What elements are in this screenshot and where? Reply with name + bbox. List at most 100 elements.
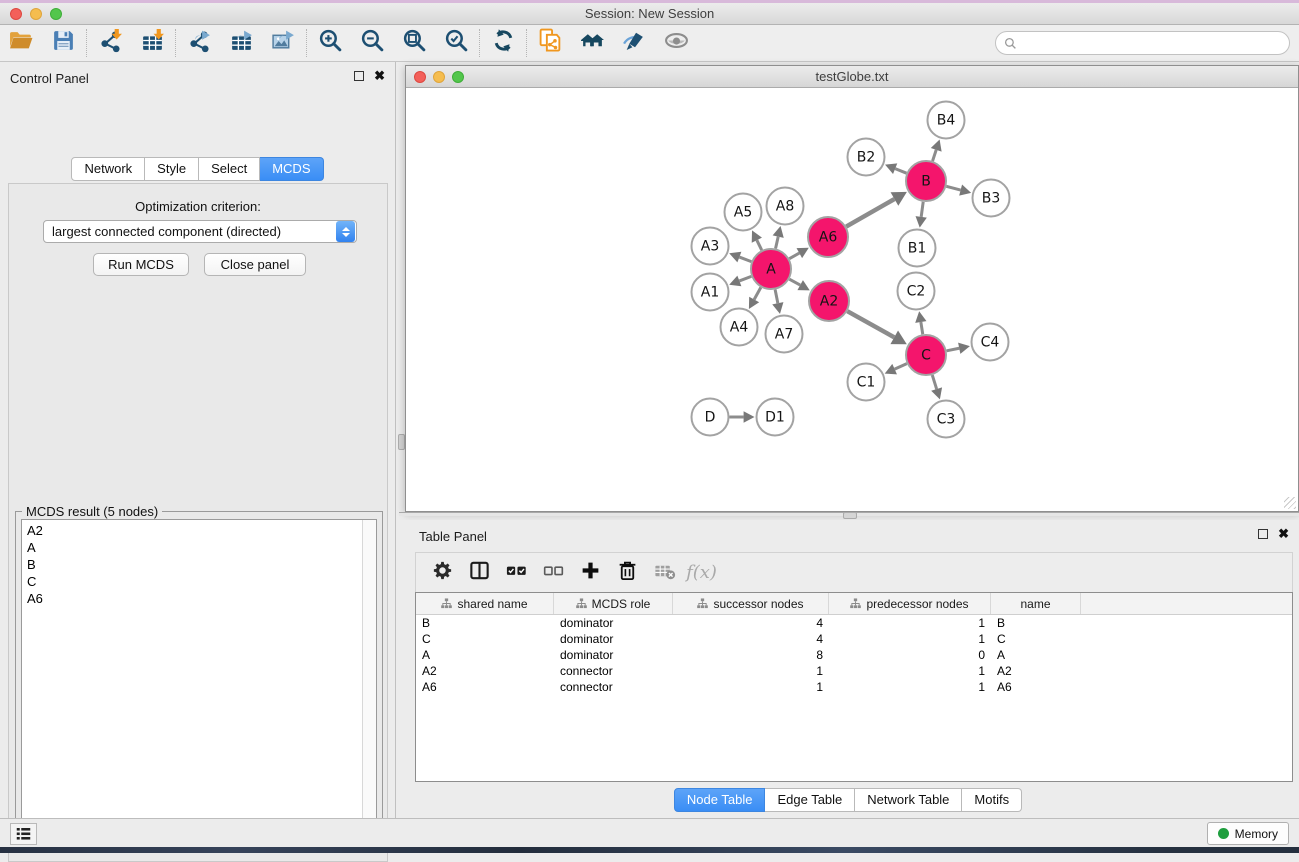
graph-node-A5[interactable]: A5 xyxy=(725,194,762,231)
add-row-button[interactable] xyxy=(572,557,609,589)
gear-button[interactable] xyxy=(424,557,461,589)
edge-B-B1[interactable] xyxy=(921,202,923,217)
graph-node-B2[interactable]: B2 xyxy=(848,139,885,176)
import-table-button[interactable] xyxy=(131,27,173,59)
network-minimize-button[interactable] xyxy=(433,71,445,83)
graph-node-A[interactable]: A xyxy=(751,249,791,289)
search-box[interactable] xyxy=(995,31,1290,55)
graph-node-C2[interactable]: C2 xyxy=(898,273,935,310)
tab-network-table[interactable]: Network Table xyxy=(855,788,962,812)
close-panel-button[interactable]: Close panel xyxy=(204,253,306,276)
graph-node-B1[interactable]: B1 xyxy=(899,230,936,267)
edge-C-C2[interactable] xyxy=(921,322,923,334)
graph-node-A4[interactable]: A4 xyxy=(721,309,758,346)
zoom-in-button[interactable] xyxy=(309,27,351,59)
float-panel-icon[interactable] xyxy=(354,71,364,81)
graph-node-D[interactable]: D xyxy=(692,399,729,436)
graph-node-A7[interactable]: A7 xyxy=(766,316,803,353)
zoom-window-button[interactable] xyxy=(50,8,62,20)
network-canvas[interactable]: B4B2BB3A5A8A6A3B1AA1C2A2A4A7C4CC1C3DD1 xyxy=(406,89,1298,511)
column-header-name[interactable]: name xyxy=(991,593,1081,614)
tab-mcds[interactable]: MCDS xyxy=(260,157,323,181)
column-header-successor-nodes[interactable]: successor nodes xyxy=(673,593,829,614)
graph-node-C[interactable]: C xyxy=(906,335,946,375)
table-row[interactable]: A6connector11A6 xyxy=(416,679,1292,695)
edge-A-A7[interactable] xyxy=(775,290,778,304)
tab-edge-table[interactable]: Edge Table xyxy=(765,788,855,812)
criterion-select[interactable]: largest connected component (directed) xyxy=(43,220,357,243)
graph-node-C4[interactable]: C4 xyxy=(972,324,1009,361)
column-header-MCDS-role[interactable]: MCDS role xyxy=(554,593,673,614)
mcds-result-item[interactable]: A xyxy=(22,539,361,556)
minimize-window-button[interactable] xyxy=(30,8,42,20)
tab-node-table[interactable]: Node Table xyxy=(674,788,766,812)
search-input[interactable] xyxy=(1017,33,1289,53)
show-graphics-details-button[interactable] xyxy=(655,27,697,59)
zoom-out-button[interactable] xyxy=(351,27,393,59)
graph-node-C1[interactable]: C1 xyxy=(848,364,885,401)
edge-B-B3[interactable] xyxy=(946,186,960,190)
export-image-button[interactable] xyxy=(262,27,304,59)
graph-node-C3[interactable]: C3 xyxy=(928,401,965,438)
graph-node-A6[interactable]: A6 xyxy=(808,217,848,257)
edge-B-B4[interactable] xyxy=(933,150,937,161)
split-handle-horizontal[interactable] xyxy=(843,512,857,519)
window-resize-grip[interactable] xyxy=(1284,497,1296,509)
table-close-panel-icon[interactable]: ✖ xyxy=(1278,529,1289,539)
edge-A-A8[interactable] xyxy=(776,237,779,249)
column-header-predecessor-nodes[interactable]: predecessor nodes xyxy=(829,593,991,614)
table-row[interactable]: A2connector11A2 xyxy=(416,663,1292,679)
edge-B-B2[interactable] xyxy=(895,169,906,174)
edge-A-A1[interactable] xyxy=(739,276,751,281)
edge-A-A6[interactable] xyxy=(789,253,799,259)
close-panel-icon[interactable]: ✖ xyxy=(374,71,385,81)
graph-node-A2[interactable]: A2 xyxy=(809,281,849,321)
close-window-button[interactable] xyxy=(10,8,22,20)
edge-A6-B[interactable] xyxy=(846,199,894,227)
edge-C-C1[interactable] xyxy=(895,364,907,369)
edge-A2-C[interactable] xyxy=(847,311,894,337)
export-table-button[interactable] xyxy=(220,27,262,59)
refresh-view-button[interactable] xyxy=(482,27,524,59)
mcds-result-item[interactable]: C xyxy=(22,573,361,590)
split-handle-vertical[interactable] xyxy=(398,434,405,450)
import-network-button[interactable] xyxy=(89,27,131,59)
edge-A-A4[interactable] xyxy=(754,287,761,299)
memory-button[interactable]: Memory xyxy=(1207,822,1289,845)
mcds-result-item[interactable]: A6 xyxy=(22,590,361,607)
graph-node-A3[interactable]: A3 xyxy=(692,228,729,265)
edge-A-A5[interactable] xyxy=(757,240,762,250)
save-session-button[interactable] xyxy=(42,27,84,59)
table-row[interactable]: Adominator80A xyxy=(416,647,1292,663)
edge-A-A2[interactable] xyxy=(789,279,800,285)
tab-select[interactable]: Select xyxy=(199,157,260,181)
graph-node-D1[interactable]: D1 xyxy=(757,399,794,436)
table-float-panel-icon[interactable] xyxy=(1258,529,1268,539)
table-row[interactable]: Bdominator41B xyxy=(416,615,1292,631)
run-mcds-button[interactable]: Run MCDS xyxy=(93,253,189,276)
graph-node-B3[interactable]: B3 xyxy=(973,180,1010,217)
deselect-all-button[interactable] xyxy=(535,557,572,589)
mcds-list-scrollbar[interactable] xyxy=(362,520,376,845)
columns-button[interactable] xyxy=(461,557,498,589)
mcds-result-item[interactable]: A2 xyxy=(22,522,361,539)
zoom-selected-button[interactable] xyxy=(435,27,477,59)
graph-node-B4[interactable]: B4 xyxy=(928,102,965,139)
panel-list-button[interactable] xyxy=(10,823,37,845)
edge-C-C4[interactable] xyxy=(947,348,960,351)
export-network-button[interactable] xyxy=(178,27,220,59)
mcds-result-list[interactable]: A2ABCA6 xyxy=(21,519,377,846)
delete-row-button[interactable] xyxy=(609,557,646,589)
column-header-shared-name[interactable]: shared name xyxy=(416,593,554,614)
graph-node-B[interactable]: B xyxy=(906,161,946,201)
hide-annotations-button[interactable] xyxy=(613,27,655,59)
edge-A-A3[interactable] xyxy=(739,257,751,262)
tab-network[interactable]: Network xyxy=(71,157,145,181)
mcds-result-item[interactable]: B xyxy=(22,556,361,573)
tab-motifs[interactable]: Motifs xyxy=(962,788,1022,812)
graph-node-A8[interactable]: A8 xyxy=(767,188,804,225)
network-close-button[interactable] xyxy=(414,71,426,83)
select-all-button[interactable] xyxy=(498,557,535,589)
edge-C-C3[interactable] xyxy=(932,375,936,389)
table-row[interactable]: Cdominator41C xyxy=(416,631,1292,647)
